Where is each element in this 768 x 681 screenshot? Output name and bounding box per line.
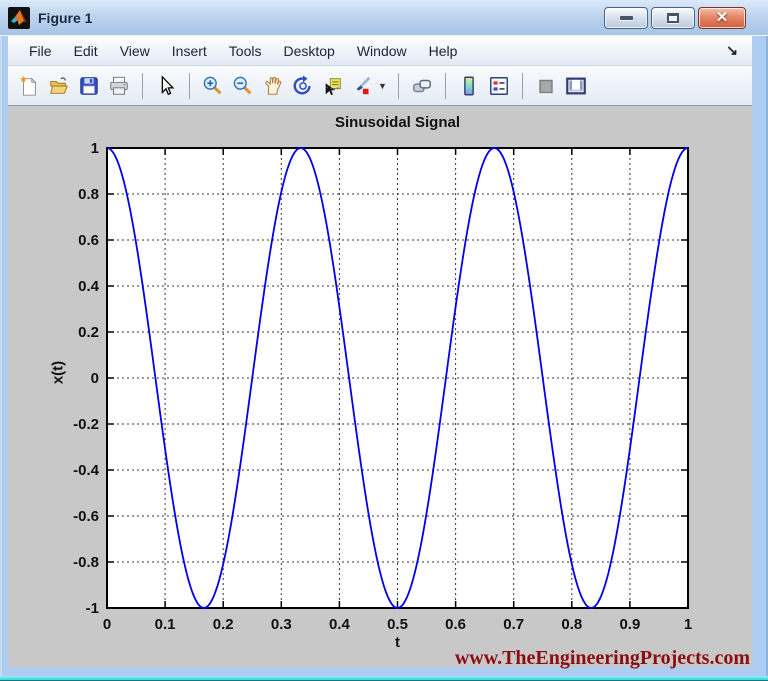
zoom-in-icon[interactable] [200, 73, 226, 99]
toolbar-separator [189, 73, 190, 99]
data-cursor-icon[interactable] [320, 73, 346, 99]
matlab-logo-icon [8, 7, 30, 29]
cursor-icon[interactable] [153, 73, 179, 99]
svg-text:-0.4: -0.4 [73, 462, 100, 479]
svg-text:-1: -1 [86, 600, 99, 617]
toolbar-separator [398, 73, 399, 99]
svg-text:0.4: 0.4 [78, 278, 100, 295]
window-title: Figure 1 [38, 10, 92, 26]
svg-text:0: 0 [91, 370, 99, 387]
svg-text:0.5: 0.5 [387, 616, 408, 633]
svg-text:0.6: 0.6 [445, 616, 466, 633]
pan-icon[interactable] [260, 73, 286, 99]
insert-colorbar-icon[interactable] [456, 73, 482, 99]
brush-icon[interactable] [350, 73, 376, 99]
toolbar-separator [522, 73, 523, 99]
dock-figure-arrow-icon[interactable]: ↘ [726, 42, 742, 59]
menu-help[interactable]: Help [418, 39, 469, 63]
figure-toolbar: ▼ [8, 66, 752, 106]
svg-text:0.8: 0.8 [561, 616, 582, 633]
menu-window[interactable]: Window [346, 39, 418, 63]
figure-canvas[interactable]: 0 0.1 0.2 0.3 0.4 0.5 0.6 0.7 0.8 0.9 1 -1 -0.8 -0.6 -… [8, 106, 752, 667]
svg-text:0.2: 0.2 [213, 616, 234, 633]
new-file-icon[interactable] [16, 73, 42, 99]
menu-tools[interactable]: Tools [218, 39, 273, 63]
svg-text:0.4: 0.4 [329, 616, 351, 633]
hide-plot-tools-icon[interactable] [533, 73, 559, 99]
svg-text:1: 1 [684, 616, 692, 633]
plot-axes[interactable]: 0 0.1 0.2 0.3 0.4 0.5 0.6 0.7 0.8 0.9 1 -1 -0.8 -0.6 -… [8, 106, 752, 668]
open-file-icon[interactable] [46, 73, 72, 99]
maximize-button[interactable] [651, 7, 695, 29]
toolbar-separator [142, 73, 143, 99]
svg-text:1: 1 [91, 140, 99, 157]
link-plot-icon[interactable] [409, 73, 435, 99]
svg-text:-0.8: -0.8 [73, 554, 99, 571]
menu-desktop[interactable]: Desktop [272, 39, 345, 63]
menu-file[interactable]: File [18, 39, 63, 63]
save-icon[interactable] [76, 73, 102, 99]
close-button[interactable]: ✕ [698, 7, 746, 29]
toolbar-separator [445, 73, 446, 99]
zoom-out-icon[interactable] [230, 73, 256, 99]
plot-title: Sinusoidal Signal [107, 114, 688, 131]
svg-text:0: 0 [103, 616, 111, 633]
minimize-button[interactable] [604, 7, 648, 29]
menu-bar: File Edit View Insert Tools Desktop Wind… [8, 36, 752, 66]
svg-text:0.9: 0.9 [619, 616, 640, 633]
maximize-icon [667, 13, 679, 23]
svg-text:-0.2: -0.2 [73, 416, 99, 433]
svg-text:0.1: 0.1 [155, 616, 176, 633]
svg-text:0.7: 0.7 [503, 616, 524, 633]
menu-view[interactable]: View [109, 39, 161, 63]
svg-text:0.2: 0.2 [78, 324, 99, 341]
y-axis-label: x(t) [50, 343, 67, 403]
insert-legend-icon[interactable] [486, 73, 512, 99]
svg-text:0.8: 0.8 [78, 186, 99, 203]
close-icon: ✕ [716, 10, 729, 25]
rotate-3d-icon[interactable] [290, 73, 316, 99]
svg-text:0.3: 0.3 [271, 616, 292, 633]
watermark-text: www.TheEngineeringProjects.com [455, 647, 750, 670]
figure-window: Figure 1 ✕ File Edit View Insert Tools D… [0, 0, 768, 681]
svg-text:0.6: 0.6 [78, 232, 99, 249]
menu-edit[interactable]: Edit [63, 39, 109, 63]
menu-insert[interactable]: Insert [161, 39, 218, 63]
svg-text:-0.6: -0.6 [73, 508, 99, 525]
minimize-icon [620, 16, 633, 20]
print-icon[interactable] [106, 73, 132, 99]
title-bar[interactable]: Figure 1 ✕ [0, 0, 768, 36]
brush-dropdown-icon[interactable]: ▼ [378, 81, 388, 91]
show-plot-tools-icon[interactable] [563, 73, 589, 99]
